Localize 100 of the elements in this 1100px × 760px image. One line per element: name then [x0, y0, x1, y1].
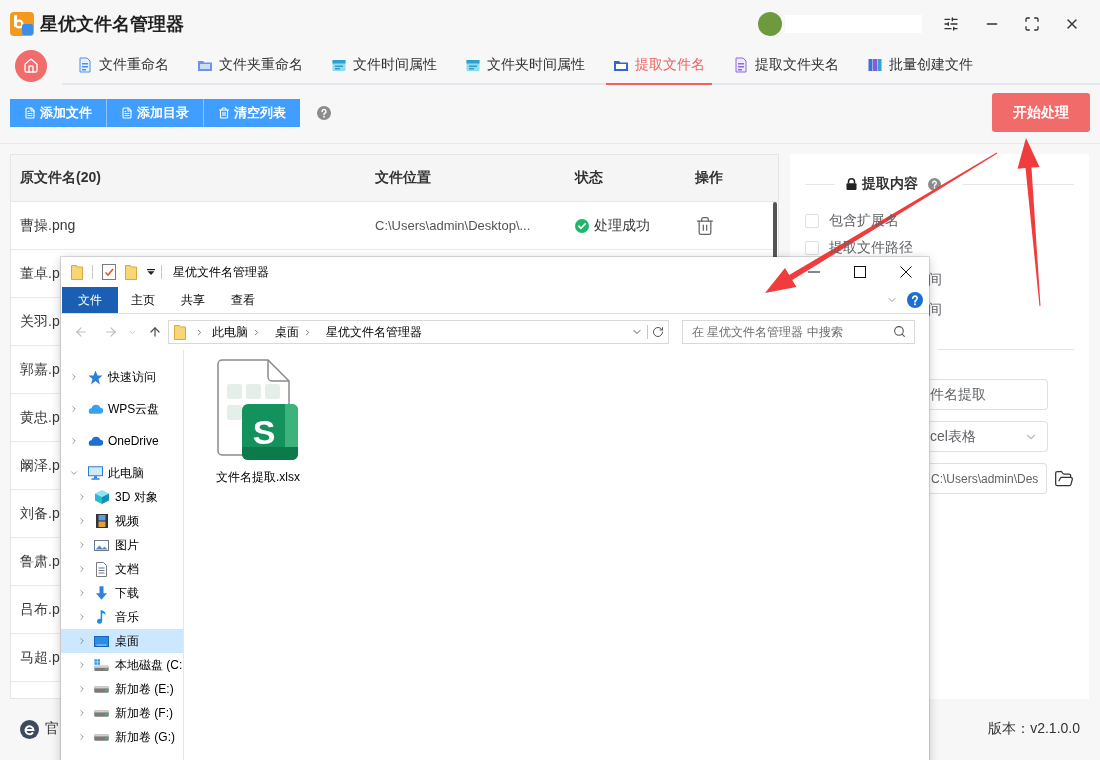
nav-item[interactable]: 此电脑 [61, 461, 183, 485]
settings-icon[interactable] [943, 15, 959, 32]
breadcrumb-item[interactable]: 桌面 [275, 323, 299, 341]
forward-arrow-icon[interactable] [104, 325, 118, 339]
books-icon [867, 57, 883, 73]
chevron-icon[interactable] [77, 492, 87, 502]
nav-tab[interactable]: 文件时间属性 [324, 47, 444, 85]
table-row[interactable]: 吕布.p [11, 586, 60, 634]
format-select[interactable]: cel表格 [930, 421, 1048, 452]
search-icon[interactable] [893, 325, 906, 338]
nav-item[interactable]: 快速访问 [61, 365, 183, 389]
table-cell: 董卓.p [20, 264, 60, 283]
table-row[interactable]: 刘备.p [11, 490, 60, 538]
nav-item[interactable]: OneDrive [61, 429, 183, 453]
nav-item[interactable]: 本地磁盘 (C: [61, 653, 183, 677]
properties-icon[interactable] [102, 264, 116, 280]
breadcrumb-item[interactable]: 星优文件名管理器 [326, 323, 422, 341]
table-row[interactable]: 郭嘉.p [11, 346, 60, 394]
refresh-icon[interactable] [652, 326, 664, 338]
column-header: 原文件名(20) [20, 169, 101, 187]
checkbox[interactable] [805, 213, 819, 228]
chevron-icon[interactable] [77, 540, 87, 550]
folder-icon[interactable] [1054, 468, 1074, 489]
download-arrow-icon [96, 586, 107, 600]
nav-item[interactable]: 新加卷 (E:) [61, 677, 183, 701]
nav-item[interactable]: 新加卷 (F:) [61, 701, 183, 725]
drive-icon [94, 733, 109, 741]
website-link[interactable]: 官 [45, 720, 59, 738]
ribbon-tab[interactable]: 查看 [218, 287, 268, 313]
column-header: 状态 [575, 169, 603, 187]
help-icon[interactable] [907, 292, 923, 308]
ribbon-tab[interactable]: 共享 [168, 287, 218, 313]
nav-tab[interactable]: 文件夹重命名 [190, 47, 310, 85]
column-header: 操作 [695, 169, 723, 187]
chevron-icon [303, 327, 312, 337]
nav-item[interactable]: 视频 [61, 509, 183, 533]
table-row[interactable]: 鲁肃.p [11, 538, 60, 586]
nav-item[interactable]: 文档 [61, 557, 183, 581]
address-bar[interactable]: 此电脑 桌面 星优文件名管理器 [168, 320, 669, 344]
nav-item-selected[interactable]: 桌面 [61, 629, 183, 653]
chevron-icon[interactable] [69, 468, 79, 478]
table-row[interactable]: 阚泽.p [11, 442, 60, 490]
nav-tab[interactable]: 文件重命名 [70, 47, 176, 85]
cloud-icon [88, 436, 103, 446]
table-cell: 刘备.p [20, 504, 60, 523]
chevron-icon[interactable] [77, 564, 87, 574]
breadcrumb-item[interactable]: 此电脑 [212, 323, 248, 341]
nav-tab[interactable]: 提取文件夹名 [726, 47, 846, 85]
nav-item-label: 本地磁盘 (C: [115, 656, 183, 674]
chevron-icon[interactable] [77, 516, 87, 526]
file-name-label[interactable]: 文件名提取.xlsx [216, 469, 300, 486]
chevron-icon[interactable] [77, 588, 87, 598]
avatar-icon[interactable] [758, 11, 782, 36]
table-row[interactable]: 董卓.p [11, 250, 60, 298]
nav-tab[interactable]: 批量创建文件 [860, 47, 980, 85]
search-field[interactable]: 在 星优文件名管理器 中搜索 [682, 320, 915, 344]
browser-icon[interactable] [20, 719, 39, 739]
table-cell: 马超.p [20, 648, 60, 667]
chevron-icon[interactable] [77, 636, 87, 646]
scrollbar-thumb[interactable] [773, 202, 777, 259]
chevron-icon[interactable] [77, 612, 87, 622]
checkbox[interactable] [805, 240, 819, 255]
nav-item-label: 3D 对象 [115, 488, 158, 506]
nav-item[interactable]: WPS云盘 [61, 397, 183, 421]
dropdown-caret-icon[interactable] [147, 269, 155, 275]
chevron-icon[interactable] [69, 436, 79, 446]
table-cell: 阚泽.p [20, 456, 60, 475]
document-icon [24, 106, 36, 119]
nav-item[interactable]: 下载 [61, 581, 183, 605]
chevron-icon[interactable] [77, 660, 87, 670]
help-icon[interactable] [317, 105, 331, 120]
table-row[interactable]: 关羽.p [11, 298, 60, 346]
drive-icon [94, 709, 109, 717]
nav-item[interactable]: 音乐 [61, 605, 183, 629]
chevron-icon[interactable] [77, 732, 87, 742]
chevron-icon[interactable] [77, 684, 87, 694]
ribbon-tab[interactable]: 主页 [118, 287, 168, 313]
nav-item[interactable]: 新加卷 (G:) [61, 725, 183, 749]
file-menu-button[interactable]: 文件 [62, 287, 118, 313]
back-arrow-icon[interactable] [74, 325, 88, 339]
file-name-field[interactable]: 件名提取 [930, 379, 1048, 410]
output-path-field[interactable]: C:\Users\admin\Des [930, 463, 1047, 494]
table-row[interactable]: 黄忠.p [11, 394, 60, 442]
chevron-icon[interactable] [77, 708, 87, 718]
table-row[interactable]: 马超.p [11, 634, 60, 682]
maximize-icon[interactable] [854, 266, 866, 278]
nav-item-label: 新加卷 (F:) [115, 704, 173, 722]
trash-icon[interactable] [695, 215, 715, 236]
home-button[interactable] [15, 50, 47, 82]
option-label: 间 [928, 301, 942, 319]
table-cell: 曹操.png [20, 216, 76, 235]
nav-item-label: OneDrive [108, 434, 159, 448]
close-icon[interactable] [900, 266, 912, 278]
chevron-icon[interactable] [69, 404, 79, 414]
chevron-icon[interactable] [69, 372, 79, 382]
window-title: 星优文件名管理器 [173, 263, 269, 281]
nav-item[interactable]: 图片 [61, 533, 183, 557]
nav-tab[interactable]: 文件夹时间属性 [458, 47, 592, 85]
status-text: 处理成功 [594, 216, 650, 235]
nav-item[interactable]: 3D 对象 [61, 485, 183, 509]
